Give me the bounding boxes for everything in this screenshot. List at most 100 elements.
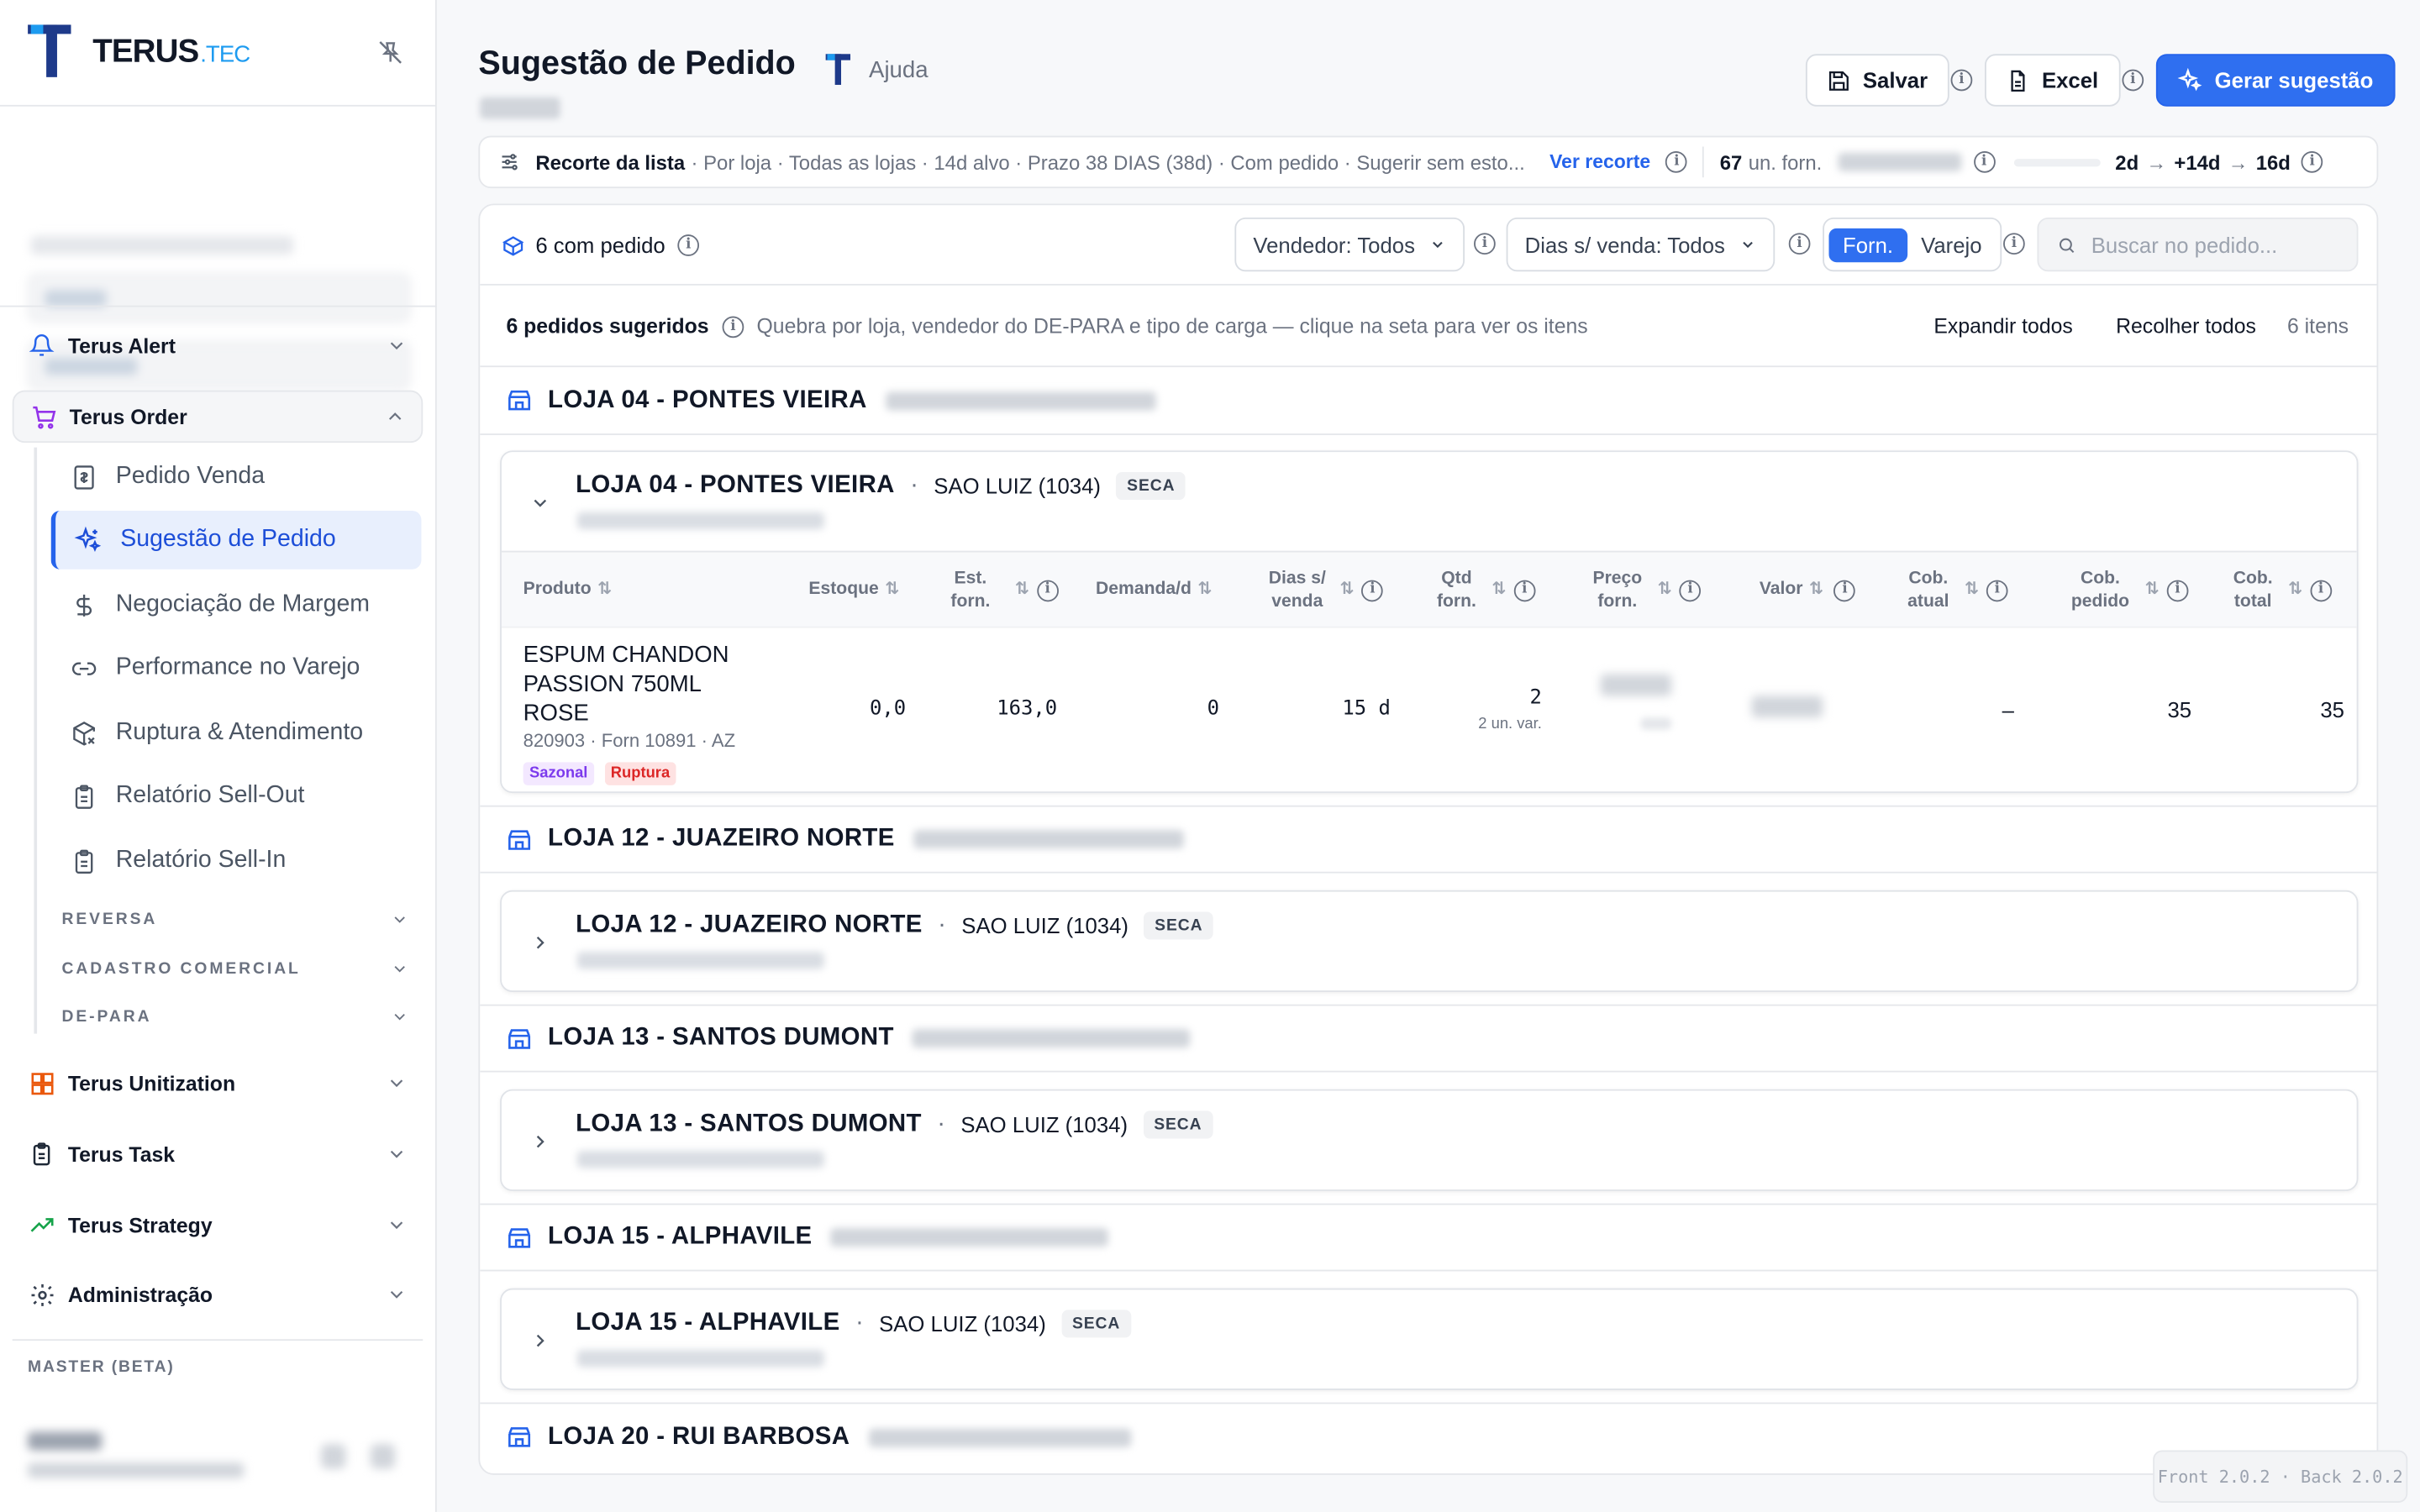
search-input[interactable] xyxy=(2091,232,2338,257)
order-store-name: LOJA 13 - SANTOS DUMONT xyxy=(576,1110,922,1137)
store-meta-redacted xyxy=(885,391,1156,410)
toggle-varejo[interactable]: Varejo xyxy=(1907,228,1996,261)
generate-suggestion-button[interactable]: Gerar sugestão xyxy=(2155,54,2396,107)
nav-group-terus-task[interactable]: Terus Task xyxy=(13,1128,424,1180)
order-buyer: SAO LUIZ (1034) xyxy=(934,473,1101,499)
cell-qtd-sub: 2 un. var. xyxy=(1478,716,1542,733)
order-card: LOJA 04 - PONTES VIEIRA · SAO LUIZ (1034… xyxy=(500,450,2359,794)
arrow-right-icon: → xyxy=(2146,150,2167,174)
badge-sazonal: Sazonal xyxy=(523,762,594,785)
user-profile[interactable] xyxy=(28,1431,396,1478)
info-icon[interactable]: i xyxy=(2122,69,2144,92)
order-meta-redacted xyxy=(576,1151,824,1168)
ver-recorte-link[interactable]: Ver recorte xyxy=(1549,151,1650,173)
info-icon[interactable]: i xyxy=(1788,233,1811,255)
col-est-forn[interactable]: Est. forn. ⇅ i xyxy=(950,553,1059,628)
orders-toolbar: 6 com pedido i Vendedor: Todos i Dias s/… xyxy=(480,205,2377,286)
clipboard-icon xyxy=(28,1140,55,1168)
col-cob-atual[interactable]: Cob. atual ⇅ i xyxy=(1907,553,2008,628)
col-dias-sem-venda[interactable]: Dias s/venda ⇅ i xyxy=(1269,553,1384,628)
order-card-header[interactable]: LOJA 13 - SANTOS DUMONT · SAO LUIZ (1034… xyxy=(502,1091,2357,1190)
nav-group-terus-strategy[interactable]: Terus Strategy xyxy=(13,1199,424,1251)
info-icon[interactable]: i xyxy=(677,234,700,256)
excel-button[interactable]: Excel xyxy=(1984,54,2120,107)
nav-group-administracao[interactable]: Administração xyxy=(13,1268,424,1320)
chevron-right-icon[interactable] xyxy=(526,1327,554,1355)
chevron-down-icon xyxy=(390,1150,403,1158)
summary-description: Quebra por loja, vendedor do DE-PARA e t… xyxy=(756,313,1588,338)
order-card-header[interactable]: LOJA 04 - PONTES VIEIRA · SAO LUIZ (1034… xyxy=(502,452,2357,551)
progress-track xyxy=(2013,158,2100,166)
chevron-down-icon[interactable] xyxy=(526,489,554,517)
box-icon xyxy=(502,235,524,255)
days-from: 2d xyxy=(2115,150,2139,174)
info-icon[interactable]: i xyxy=(1513,579,1536,601)
info-icon[interactable]: i xyxy=(1036,579,1059,601)
section-reversa[interactable]: REVERSA xyxy=(61,911,408,929)
order-store-name: LOJA 12 - JUAZEIRO NORTE xyxy=(576,911,923,938)
section-de-para[interactable]: DE-PARA xyxy=(61,1007,408,1026)
store-group-header: LOJA 13 - SANTOS DUMONT xyxy=(480,1004,2377,1073)
recorte-bar: Recorte da lista · Por loja · Todas as l… xyxy=(478,135,2379,189)
page-title: Sugestão de Pedido xyxy=(478,45,796,82)
section-cadastro-comercial[interactable]: CADASTRO COMERCIAL xyxy=(61,959,408,978)
info-icon[interactable]: i xyxy=(1679,579,1702,601)
collapse-all-button[interactable]: Recolher todos xyxy=(2116,314,2256,338)
search-icon xyxy=(2059,237,2075,253)
order-card-header[interactable]: LOJA 12 - JUAZEIRO NORTE · SAO LUIZ (103… xyxy=(502,892,2357,991)
info-icon[interactable]: i xyxy=(2301,150,2323,173)
help-link[interactable]: Ajuda xyxy=(823,51,929,88)
col-cob-pedido[interactable]: Cob. pedido ⇅ i xyxy=(2071,553,2189,628)
info-icon[interactable]: i xyxy=(722,316,744,339)
company-select[interactable] xyxy=(28,273,411,323)
info-icon[interactable]: i xyxy=(1950,69,1973,92)
table-row[interactable]: ESPUM CHANDON PASSION 750ML ROSE 820903 … xyxy=(501,626,2357,792)
save-icon xyxy=(1828,71,1849,90)
info-icon[interactable]: i xyxy=(1665,150,1688,173)
bell-icon xyxy=(28,332,55,360)
clipboard-icon xyxy=(70,847,97,874)
order-card-header[interactable]: LOJA 15 - ALPHAVILE · SAO LUIZ (1034) SE… xyxy=(502,1289,2357,1389)
info-icon[interactable]: i xyxy=(2310,579,2332,601)
info-icon[interactable]: i xyxy=(1474,233,1496,255)
days-without-sale-select[interactable]: Dias s/ venda: Todos xyxy=(1506,217,1775,272)
nav-group-terus-unitization[interactable]: Terus Unitization xyxy=(13,1057,424,1109)
toggle-forn[interactable]: Forn. xyxy=(1828,227,1907,262)
order-meta-redacted xyxy=(576,512,824,529)
vendor-select[interactable]: Vendedor: Todos xyxy=(1234,217,1465,272)
info-icon[interactable]: i xyxy=(1986,579,2008,601)
col-produto[interactable]: Produto ⇅ xyxy=(523,553,612,628)
info-icon[interactable]: i xyxy=(1973,150,1996,173)
cell-dias: 15 d xyxy=(1342,697,1391,721)
gear-icon xyxy=(28,1280,55,1308)
nav-group-terus-alert[interactable]: Terus Alert xyxy=(13,319,424,371)
col-preco-forn[interactable]: Preço forn. ⇅ i xyxy=(1592,553,1702,628)
store-group-header: LOJA 04 - PONTES VIEIRA xyxy=(480,367,2377,435)
col-demanda[interactable]: Demanda/d ⇅ xyxy=(1096,553,1212,628)
info-icon[interactable]: i xyxy=(1833,579,1856,601)
cell-estoque: 0,0 xyxy=(870,697,907,721)
info-icon[interactable]: i xyxy=(2166,579,2189,601)
info-icon[interactable]: i xyxy=(2003,233,2025,255)
save-button[interactable]: Salvar xyxy=(1805,54,1949,107)
sidebar-item-ruptura-atendimento[interactable]: Ruptura & Atendimento xyxy=(51,704,422,763)
sidebar-item-performance-varejo[interactable]: Performance no Varejo xyxy=(51,638,422,697)
info-icon[interactable]: i xyxy=(1361,579,1384,601)
sidebar-item-negociacao-margem[interactable]: Negociação de Margem xyxy=(51,575,422,634)
col-cob-total[interactable]: Cob. total ⇅ i xyxy=(2233,553,2332,628)
sidebar-item-relatorio-sell-out[interactable]: Relatório Sell-Out xyxy=(51,767,422,826)
expand-all-button[interactable]: Expandir todos xyxy=(1933,314,2072,338)
chevron-right-icon[interactable] xyxy=(526,1128,554,1156)
pin-off-icon[interactable] xyxy=(373,35,407,69)
col-valor[interactable]: Valor ⇅ i xyxy=(1760,553,1856,628)
version-badge: Front 2.0.2 · Back 2.0.2 xyxy=(2153,1450,2408,1503)
col-qtd-forn[interactable]: Qtd forn. ⇅ i xyxy=(1437,553,1536,628)
sidebar-item-relatorio-sell-in[interactable]: Relatório Sell-In xyxy=(51,832,422,890)
chevron-down-icon xyxy=(394,1013,405,1021)
col-estoque[interactable]: Estoque ⇅ xyxy=(808,553,899,628)
sidebar-item-pedido-venda[interactable]: Pedido Venda xyxy=(51,448,422,507)
nav-group-terus-order[interactable]: Terus Order xyxy=(12,390,424,444)
sidebar-item-sugestao-pedido[interactable]: Sugestão de Pedido xyxy=(50,510,422,570)
store-meta-redacted xyxy=(868,1427,1131,1446)
chevron-right-icon[interactable] xyxy=(526,929,554,957)
